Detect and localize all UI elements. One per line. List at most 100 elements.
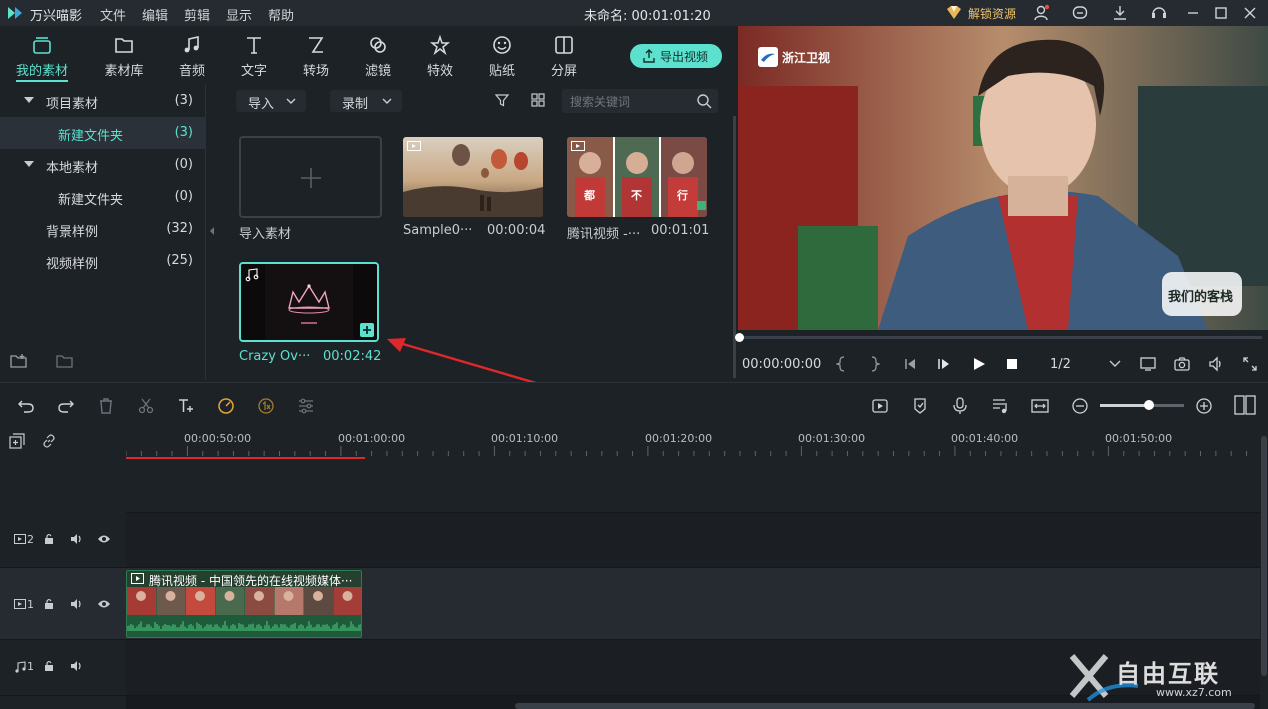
eye-icon[interactable] (97, 599, 111, 609)
fullscreen-icon[interactable] (1242, 356, 1258, 372)
tab-label: 分屏 (550, 64, 577, 79)
minimize-icon[interactable] (1184, 4, 1202, 22)
progress-handle[interactable] (735, 333, 744, 342)
redo-icon[interactable] (57, 397, 75, 415)
volume-icon[interactable] (70, 533, 84, 545)
mark-in-icon[interactable] (836, 356, 846, 372)
undo-icon[interactable] (17, 397, 35, 415)
media-thumbnail-tencent[interactable]: 都 不 行 (567, 137, 707, 217)
folder-outline-icon[interactable] (56, 353, 74, 369)
feedback-icon[interactable] (1071, 4, 1089, 22)
menu-edit[interactable]: 编辑 (142, 5, 168, 24)
video-track-2[interactable] (126, 513, 1260, 568)
media-item-name: 腾讯视频 -··· (567, 227, 641, 242)
tab-my-media[interactable]: 我的素材 (12, 30, 72, 82)
play-icon[interactable] (972, 357, 986, 371)
lock-icon[interactable] (44, 660, 54, 672)
layout-toggle-icon[interactable] (1234, 395, 1256, 415)
chevron-down-icon[interactable] (1108, 359, 1122, 369)
lock-icon[interactable] (44, 598, 54, 610)
menu-view[interactable]: 显示 (226, 5, 252, 24)
zoom-slider-handle[interactable] (1144, 400, 1154, 410)
maximize-icon[interactable] (1212, 4, 1230, 22)
tab-audio[interactable]: 音频 (162, 30, 222, 82)
record-dropdown-label: 录制 (342, 97, 369, 112)
render-preview-icon[interactable] (1140, 356, 1156, 372)
support-icon[interactable] (1150, 4, 1168, 22)
link-icon[interactable] (41, 433, 57, 449)
volume-icon[interactable] (70, 660, 84, 672)
render-icon[interactable] (871, 397, 889, 415)
render-range-bar (126, 457, 365, 459)
unlock-resources-label[interactable]: 解锁资源 (968, 5, 1016, 22)
delete-icon[interactable] (97, 397, 115, 415)
tree-item-background-samples[interactable]: 背景样例 (32) (0, 213, 205, 245)
menu-file[interactable]: 文件 (100, 5, 126, 24)
search-icon[interactable] (696, 93, 712, 109)
speed-ramp-icon[interactable] (217, 397, 235, 415)
media-thumbnail-crazy-over[interactable] (239, 262, 379, 342)
zhejiang-tv-icon (758, 47, 778, 67)
menu-help[interactable]: 帮助 (268, 5, 294, 24)
speed-1x-icon[interactable] (257, 397, 275, 415)
eye-icon[interactable] (97, 534, 111, 544)
audio-mixer-icon[interactable] (991, 397, 1009, 415)
previous-frame-icon[interactable] (903, 357, 917, 371)
add-track-icon[interactable] (9, 433, 25, 449)
add-text-icon[interactable] (177, 397, 195, 415)
export-video-button[interactable]: 导出视频 (630, 44, 722, 68)
tab-sticker[interactable]: 贴纸 (472, 30, 532, 82)
app-name: 万兴喵影 (30, 9, 83, 24)
stop-icon[interactable] (1006, 358, 1018, 370)
tree-item-video-samples[interactable]: 视频样例 (25) (0, 245, 205, 277)
effects-icon (429, 34, 451, 56)
collapse-sidebar-icon[interactable] (208, 225, 216, 237)
tab-effects[interactable]: 特效 (410, 30, 470, 82)
cut-icon[interactable] (137, 397, 155, 415)
filter-funnel-icon[interactable] (495, 93, 509, 107)
microphone-icon[interactable] (951, 397, 969, 415)
tab-transition[interactable]: 转场 (286, 30, 346, 82)
grid-view-icon[interactable] (531, 93, 545, 107)
zoom-out-icon[interactable] (1071, 397, 1089, 415)
close-icon[interactable] (1241, 4, 1259, 22)
zoom-in-icon[interactable] (1195, 397, 1213, 415)
empty-track-area[interactable] (126, 460, 1260, 513)
expand-caret-icon[interactable] (24, 161, 34, 167)
tree-item-new-folder-1[interactable]: 新建文件夹 (3) (0, 117, 205, 149)
tab-text[interactable]: 文字 (224, 30, 284, 82)
snapshot-camera-icon[interactable] (1174, 356, 1190, 372)
preview-progress-bar[interactable] (735, 330, 1262, 346)
timeline-vertical-scrollbar[interactable] (1260, 426, 1268, 709)
account-icon[interactable] (1032, 4, 1050, 22)
tree-item-project-media[interactable]: 项目素材 (3) (0, 85, 205, 117)
lock-icon[interactable] (44, 533, 54, 545)
volume-icon[interactable] (1208, 356, 1224, 372)
add-to-timeline-button[interactable] (360, 323, 374, 337)
import-media-tile[interactable] (239, 136, 382, 218)
step-play-icon[interactable] (937, 357, 951, 371)
mark-out-icon[interactable] (870, 356, 880, 372)
tree-item-new-folder-2[interactable]: 新建文件夹 (0) (0, 181, 205, 213)
clip-video-icon (131, 573, 144, 584)
import-dropdown[interactable]: 导入 (236, 90, 306, 112)
record-dropdown[interactable]: 录制 (330, 90, 402, 112)
media-thumbnail-sample[interactable] (403, 137, 543, 217)
tab-filter[interactable]: 滤镜 (348, 30, 408, 82)
adjust-settings-icon[interactable] (297, 397, 315, 415)
tab-split-screen[interactable]: 分屏 (534, 30, 594, 82)
menu-clip[interactable]: 剪辑 (184, 5, 210, 24)
marker-icon[interactable] (911, 397, 929, 415)
tree-item-local-media[interactable]: 本地素材 (0) (0, 149, 205, 181)
new-folder-icon[interactable] (10, 353, 28, 369)
search-input[interactable]: 搜索关键词 (562, 89, 718, 113)
fit-timeline-icon[interactable] (1031, 397, 1049, 415)
preview-player[interactable]: 浙江卫视 我们的客栈 (738, 26, 1268, 330)
unlock-resources-icon[interactable] (945, 4, 963, 22)
folder-icon (115, 38, 133, 53)
download-icon[interactable] (1111, 4, 1129, 22)
app-logo-icon (6, 4, 24, 22)
volume-icon[interactable] (70, 598, 84, 610)
expand-caret-icon[interactable] (24, 97, 34, 103)
tab-stock-media[interactable]: 素材库 (94, 30, 154, 82)
